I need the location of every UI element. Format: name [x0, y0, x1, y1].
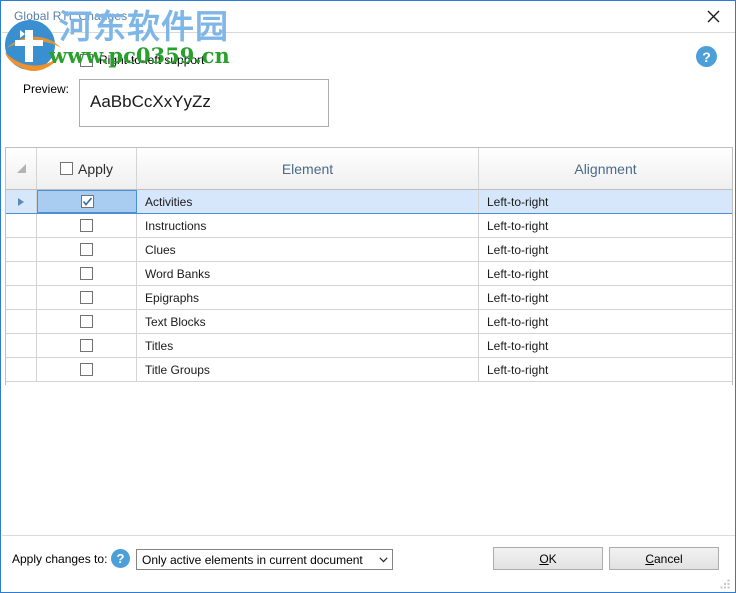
row-apply-cell[interactable]	[37, 358, 137, 381]
resize-grip-icon[interactable]	[719, 577, 731, 589]
table-row[interactable]: Instructions Left-to-right	[6, 214, 732, 238]
ok-button-label: K	[548, 551, 557, 566]
preview-label: Preview:	[23, 82, 70, 96]
table-row[interactable]: Title Groups Left-to-right	[6, 358, 732, 382]
element-name-cell[interactable]: Text Blocks	[137, 310, 479, 333]
grid-body: Activities Left-to-right Instructions Left-…	[6, 190, 732, 382]
grid-header-apply-label: Apply	[77, 160, 114, 177]
preview-sample-text: AaBbCcXxYyZz	[90, 92, 211, 111]
grid-header-apply[interactable]: Apply	[37, 148, 137, 189]
apply-checkbox[interactable]	[80, 219, 93, 232]
close-button[interactable]	[690, 2, 735, 31]
preview-box: AaBbCcXxYyZz	[79, 79, 329, 127]
help-icon-glyph: ?	[116, 551, 125, 566]
alignment-cell[interactable]: Left-to-right	[479, 358, 732, 381]
element-name-cell[interactable]: Epigraphs	[137, 286, 479, 309]
grid-header-element[interactable]: Element	[137, 148, 479, 189]
grid-header-alignment[interactable]: Alignment	[479, 148, 732, 189]
row-selector-cell[interactable]	[6, 358, 37, 381]
apply-checkbox[interactable]	[80, 243, 93, 256]
cancel-button-mnemonic: C	[645, 551, 654, 566]
table-row[interactable]: Activities Left-to-right	[6, 190, 732, 214]
window-title: Global RTL Changes	[14, 9, 128, 23]
element-name-cell[interactable]: Activities	[137, 190, 479, 213]
grid-select-all-header[interactable]	[6, 148, 37, 189]
help-icon-glyph: ?	[702, 48, 711, 65]
alignment-cell[interactable]: Left-to-right	[479, 190, 732, 213]
global-rtl-changes-dialog: Global RTL Changes ? Right-to-left suppo…	[0, 0, 736, 593]
alignment-cell[interactable]: Left-to-right	[479, 214, 732, 237]
alignment-cell[interactable]: Left-to-right	[479, 334, 732, 357]
row-selector-cell[interactable]	[6, 214, 37, 237]
row-selector-cell[interactable]	[6, 334, 37, 357]
apply-checkbox[interactable]	[80, 339, 93, 352]
ok-button[interactable]: OK	[493, 547, 603, 570]
elements-grid: Apply Element Alignment Activities Left-t…	[5, 147, 733, 385]
row-apply-cell[interactable]	[37, 190, 137, 213]
element-name-cell[interactable]: Titles	[137, 334, 479, 357]
row-selector-cell[interactable]	[6, 310, 37, 333]
grid-header-element-label: Element	[281, 160, 334, 177]
row-apply-cell[interactable]	[37, 286, 137, 309]
table-row[interactable]: Text Blocks Left-to-right	[6, 310, 732, 334]
apply-all-checkbox[interactable]	[59, 162, 73, 175]
table-row[interactable]: Clues Left-to-right	[6, 238, 732, 262]
row-selector-cell[interactable]	[6, 238, 37, 261]
apply-changes-label: Apply changes to:	[12, 552, 108, 566]
alignment-cell[interactable]: Left-to-right	[479, 310, 732, 333]
apply-checkbox[interactable]	[80, 291, 93, 304]
select-all-triangle-icon	[16, 164, 26, 173]
row-selector-cell[interactable]	[6, 190, 37, 213]
title-bar: Global RTL Changes	[2, 2, 735, 33]
row-selector-cell[interactable]	[6, 262, 37, 285]
row-apply-cell[interactable]	[37, 262, 137, 285]
row-selector-cell[interactable]	[6, 286, 37, 309]
chevron-down-icon	[375, 556, 392, 563]
apply-checkbox[interactable]	[80, 195, 94, 208]
alignment-cell[interactable]: Left-to-right	[479, 286, 732, 309]
apply-checkbox[interactable]	[80, 363, 93, 376]
element-name-cell[interactable]: Instructions	[137, 214, 479, 237]
rtl-support-row[interactable]: Right-to-left support	[80, 53, 204, 67]
element-name-cell[interactable]: Clues	[137, 238, 479, 261]
grid-header-row: Apply Element Alignment	[6, 148, 732, 190]
cancel-button[interactable]: Cancel	[609, 547, 719, 570]
ok-button-mnemonic: O	[539, 551, 549, 566]
grid-header-alignment-label: Alignment	[574, 160, 637, 177]
table-row[interactable]: Word Banks Left-to-right	[6, 262, 732, 286]
table-row[interactable]: Titles Left-to-right	[6, 334, 732, 358]
rtl-support-label: Right-to-left support	[99, 53, 205, 67]
rtl-support-checkbox[interactable]	[80, 53, 93, 67]
close-icon	[707, 10, 720, 23]
apply-checkbox[interactable]	[80, 267, 93, 280]
element-name-cell[interactable]: Title Groups	[137, 358, 479, 381]
row-apply-cell[interactable]	[37, 310, 137, 333]
row-apply-cell[interactable]	[37, 214, 137, 237]
cancel-button-label: ancel	[653, 551, 683, 566]
alignment-cell[interactable]: Left-to-right	[479, 238, 732, 261]
element-name-cell[interactable]: Word Banks	[137, 262, 479, 285]
row-arrow-icon	[18, 197, 24, 206]
row-apply-cell[interactable]	[37, 238, 137, 261]
apply-checkbox[interactable]	[80, 315, 93, 328]
table-row[interactable]: Epigraphs Left-to-right	[6, 286, 732, 310]
alignment-cell[interactable]: Left-to-right	[479, 262, 732, 285]
help-icon[interactable]: ?	[111, 549, 130, 568]
row-apply-cell[interactable]	[37, 334, 137, 357]
apply-changes-dropdown[interactable]: Only active elements in current document	[136, 549, 393, 570]
apply-changes-value: Only active elements in current document	[142, 552, 363, 567]
help-icon[interactable]: ?	[696, 46, 717, 67]
